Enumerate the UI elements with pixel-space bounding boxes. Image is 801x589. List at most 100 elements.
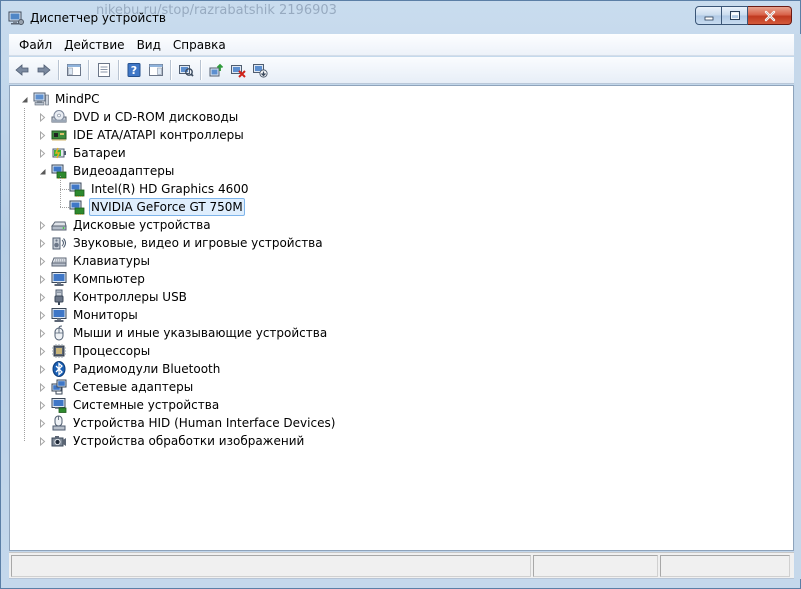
- tree-node-category[interactable]: Системные устройства: [38, 396, 221, 414]
- display-adapter-icon: [69, 182, 85, 197]
- tree-node-category[interactable]: IDE ATA/ATAPI контроллеры: [38, 126, 246, 144]
- scan-hardware-button[interactable]: [175, 59, 197, 81]
- tree-node-category[interactable]: Видеоадаптеры: [38, 162, 176, 180]
- tree-node-label: Сетевые адаптеры: [73, 380, 194, 394]
- collapse-arrow-icon[interactable]: [38, 167, 47, 176]
- toolbar-separator: [170, 60, 172, 80]
- expand-arrow-icon[interactable]: [38, 292, 47, 302]
- expand-arrow-icon[interactable]: [38, 274, 47, 284]
- dvd-drive-icon: [51, 110, 67, 123]
- camera-icon: [51, 436, 66, 447]
- expand-arrow-icon[interactable]: [38, 364, 47, 374]
- expand-arrow-icon[interactable]: [38, 256, 47, 266]
- tree-node-label: Мыши и иные указывающие устройства: [73, 326, 328, 340]
- help-button[interactable]: ?: [123, 59, 145, 81]
- expand-arrow-icon[interactable]: [38, 112, 47, 122]
- expand-arrow-icon[interactable]: [38, 436, 47, 446]
- tree-node-selected[interactable]: NVIDIA GeForce GT 750M: [56, 198, 245, 216]
- tree-node-category[interactable]: Дисковые устройства: [38, 216, 213, 234]
- tree-node-category[interactable]: Устройства HID (Human Interface Devices): [38, 414, 337, 432]
- maximize-icon: [729, 11, 740, 20]
- uninstall-button[interactable]: [227, 59, 249, 81]
- title-bar[interactable]: nikebu.ru/stop/razrabatshik 2196903 Дисп…: [1, 1, 801, 34]
- tree-node-category[interactable]: Мониторы: [38, 306, 140, 324]
- scan-hardware-icon: [179, 65, 194, 77]
- tree-node-category[interactable]: Процессоры: [38, 342, 152, 360]
- tree-node-category[interactable]: DVD и CD-ROM дисководы: [38, 108, 240, 126]
- tree-node-label: Мониторы: [73, 308, 138, 322]
- tree-node-label: Системные устройства: [73, 398, 220, 412]
- tree-connector-line: [60, 176, 61, 207]
- maximize-button[interactable]: [722, 6, 748, 25]
- expand-arrow-icon[interactable]: [38, 346, 47, 356]
- tree-node-label: IDE ATA/ATAPI контроллеры: [73, 128, 244, 142]
- forward-arrow-button[interactable]: [33, 59, 55, 81]
- action-pane-button[interactable]: [145, 59, 167, 81]
- menu-action[interactable]: Действие: [58, 35, 130, 55]
- window-controls: [695, 6, 792, 25]
- monitor-icon: [51, 272, 67, 286]
- properties-icon: [98, 63, 110, 77]
- close-button[interactable]: [748, 6, 792, 25]
- tree-node-category[interactable]: Компьютер: [38, 270, 147, 288]
- tree-node-label: Контроллеры USB: [73, 290, 187, 304]
- display-adapter-icon: [51, 164, 67, 179]
- tree-connector-line: [24, 108, 25, 441]
- speaker-icon: [52, 237, 66, 250]
- expand-arrow-icon[interactable]: [38, 310, 47, 320]
- status-cell-2: [533, 555, 658, 577]
- tree-node-label: Дисковые устройства: [73, 218, 211, 232]
- update-driver-icon: [209, 63, 224, 77]
- expand-arrow-icon[interactable]: [38, 148, 47, 158]
- properties-button[interactable]: [93, 59, 115, 81]
- tree-node-label: Устройства обработки изображений: [73, 434, 305, 448]
- expand-arrow-icon[interactable]: [38, 220, 47, 230]
- usb-icon: [54, 289, 64, 305]
- expand-arrow-icon[interactable]: [38, 400, 47, 410]
- menu-help[interactable]: Справка: [167, 35, 232, 55]
- expand-arrow-icon[interactable]: [38, 238, 47, 248]
- tree-node-category[interactable]: Устройства обработки изображений: [38, 432, 306, 450]
- tree-node-category[interactable]: Контроллеры USB: [38, 288, 189, 306]
- tree-node-category[interactable]: Батареи: [38, 144, 128, 162]
- uninstall-icon: [231, 65, 246, 78]
- device-manager-icon: [8, 11, 24, 25]
- window-border-right: [795, 34, 801, 579]
- action-pane-icon: [149, 64, 163, 76]
- expand-arrow-icon[interactable]: [38, 418, 47, 428]
- minimize-icon: [704, 16, 713, 20]
- expand-arrow-icon[interactable]: [38, 130, 47, 140]
- device-manager-window: nikebu.ru/stop/razrabatshik 2196903 Дисп…: [0, 0, 801, 589]
- hid-icon: [52, 415, 66, 431]
- tree-node-label: Видеоадаптеры: [73, 164, 175, 178]
- tree-node-category[interactable]: Сетевые адаптеры: [38, 378, 195, 396]
- menu-view[interactable]: Вид: [131, 35, 167, 55]
- tree-node-label: NVIDIA GeForce GT 750M: [89, 198, 245, 216]
- tree-node-category[interactable]: Мыши и иные указывающие устройства: [38, 324, 329, 342]
- menu-file[interactable]: Файл: [13, 35, 58, 55]
- back-arrow-icon: [15, 64, 29, 76]
- tree-node-category[interactable]: Радиомодули Bluetooth: [38, 360, 222, 378]
- menu-bar: Файл Действие Вид Справка: [9, 34, 794, 56]
- tree-node-device[interactable]: Intel(R) HD Graphics 4600: [56, 180, 251, 198]
- device-tree[interactable]: MindPC DVD и CD-ROM дисководы IDE ATA/ATAP…: [9, 85, 794, 551]
- expand-arrow-icon[interactable]: [38, 382, 47, 392]
- update-driver-button[interactable]: [205, 59, 227, 81]
- mouse-icon: [54, 325, 64, 341]
- battery-icon: [52, 147, 66, 159]
- console-tree-button[interactable]: [63, 59, 85, 81]
- svg-text:?: ?: [131, 64, 137, 77]
- ide-controller-icon: [51, 130, 67, 141]
- status-cell-3: [660, 555, 790, 577]
- collapse-arrow-icon[interactable]: [20, 95, 29, 104]
- minimize-button[interactable]: [695, 6, 722, 25]
- tree-node-category[interactable]: Клавиатуры: [38, 252, 152, 270]
- tree-root-node[interactable]: MindPC: [20, 90, 102, 108]
- tree-node-label: Устройства HID (Human Interface Devices): [73, 416, 336, 430]
- tree-node-label: DVD и CD-ROM дисководы: [73, 110, 239, 124]
- expand-arrow-icon[interactable]: [38, 328, 47, 338]
- back-arrow-button[interactable]: [11, 59, 33, 81]
- disable-button[interactable]: [249, 59, 271, 81]
- tree-node-label: Процессоры: [73, 344, 151, 358]
- tree-node-category[interactable]: Звуковые, видео и игровые устройства: [38, 234, 325, 252]
